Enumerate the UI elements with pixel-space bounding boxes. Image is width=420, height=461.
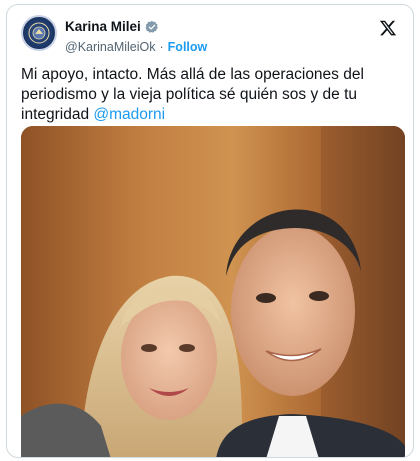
tweet-photo[interactable]: [21, 126, 405, 457]
separator-dot: ·: [159, 40, 164, 54]
tweet-body: Mi apoyo, intacto. Más allá de las opera…: [21, 66, 364, 123]
mention-link[interactable]: @madorni: [93, 106, 165, 123]
author-display-name[interactable]: Karina Milei: [65, 19, 141, 34]
selfie-photo: [21, 126, 405, 457]
avatar[interactable]: [21, 15, 57, 51]
presidential-seal-icon: [28, 22, 50, 44]
follow-button[interactable]: Follow: [168, 40, 208, 54]
tweet-header: Karina Milei @KarinaMileiOk · Follow: [21, 15, 403, 59]
verified-badge-icon: [145, 20, 158, 33]
tweet-text: Mi apoyo, intacto. Más allá de las opera…: [21, 65, 401, 125]
x-logo-icon[interactable]: [379, 19, 397, 37]
tweet-card[interactable]: Karina Milei @KarinaMileiOk · Follow Mi ap…: [6, 4, 414, 458]
author-handle[interactable]: @KarinaMileiOk: [65, 40, 156, 54]
